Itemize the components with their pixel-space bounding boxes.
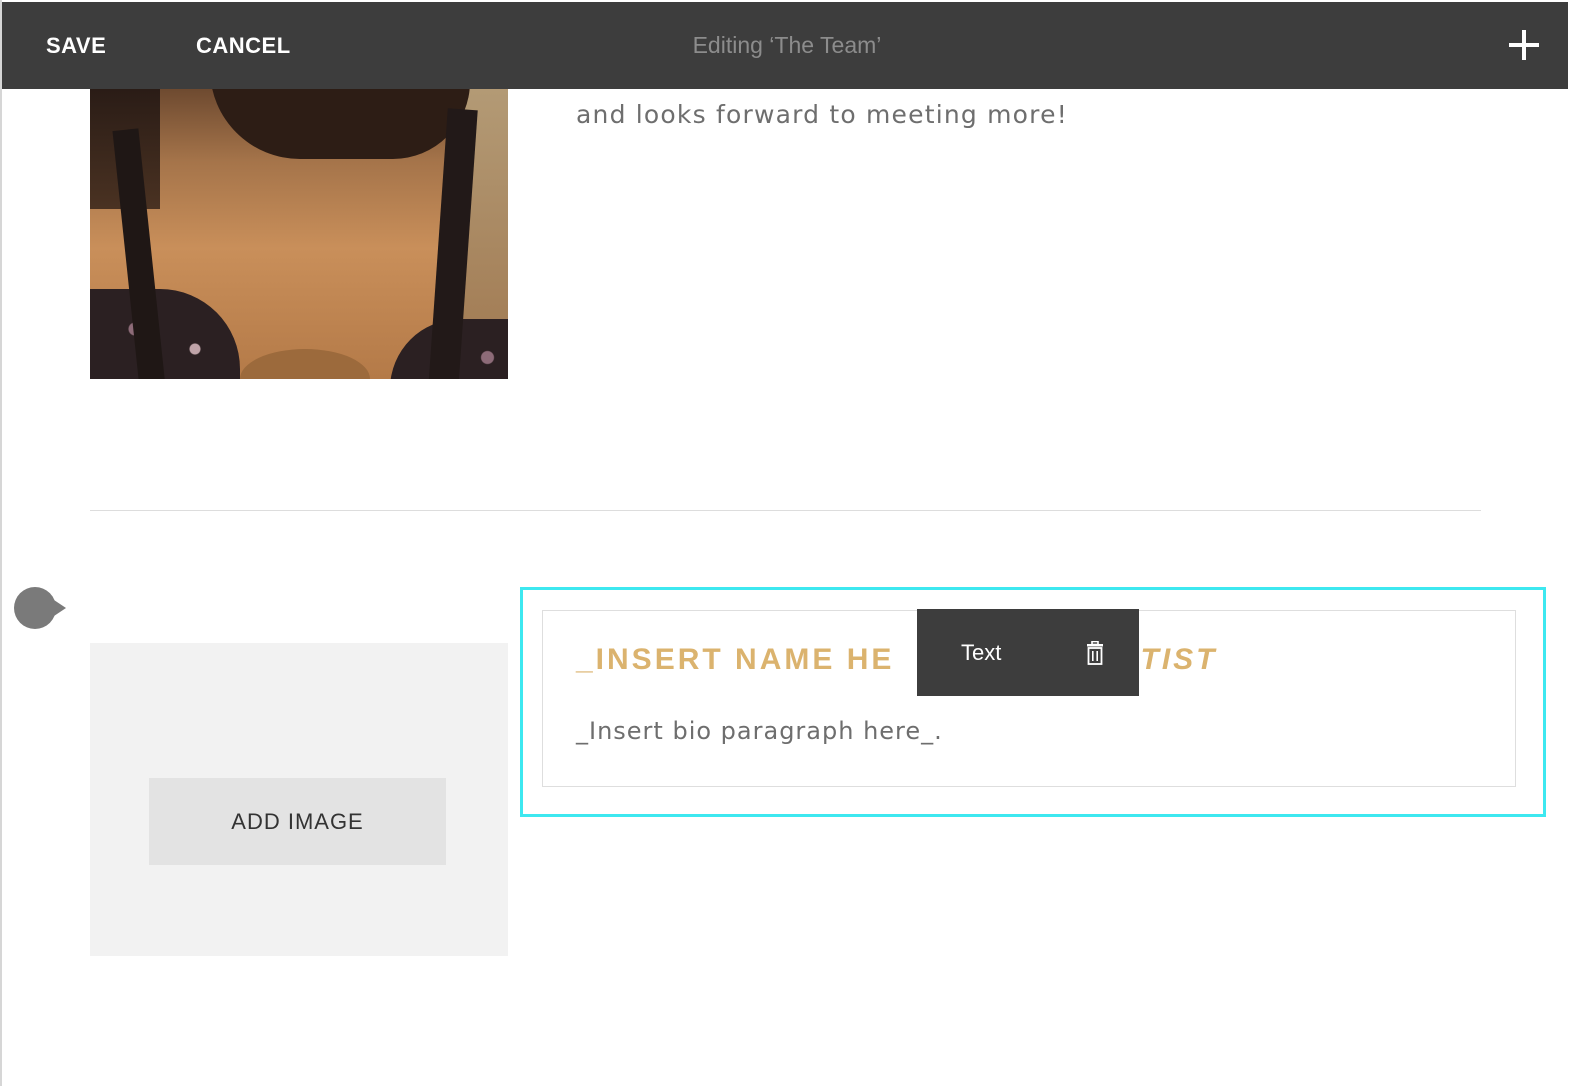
plus-icon[interactable] — [1508, 29, 1540, 61]
name-heading-text: _INSERT NAME HE — [576, 643, 895, 676]
block-toolbar: Text — [917, 609, 1139, 696]
editor-toolbar: SAVE CANCEL Editing ‘The Team’ — [2, 2, 1568, 89]
drag-handle-icon[interactable] — [14, 587, 66, 629]
member-bio-paragraph[interactable]: _Insert bio paragraph here_. — [576, 717, 943, 745]
left-border — [0, 0, 2, 1086]
block-type-label[interactable]: Text — [961, 609, 1001, 696]
editor-title: Editing ‘The Team’ — [692, 32, 882, 58]
add-image-button[interactable]: ADD IMAGE — [149, 778, 446, 865]
trash-icon[interactable] — [1086, 641, 1104, 665]
page: SAVE CANCEL Editing ‘The Team’ and looks… — [0, 0, 1580, 1086]
team-member-photo[interactable] — [90, 89, 508, 379]
team-member-bio-text[interactable]: and looks forward to meeting more! — [576, 100, 1068, 129]
image-placeholder: ADD IMAGE — [90, 643, 508, 956]
section-divider — [90, 510, 1481, 511]
